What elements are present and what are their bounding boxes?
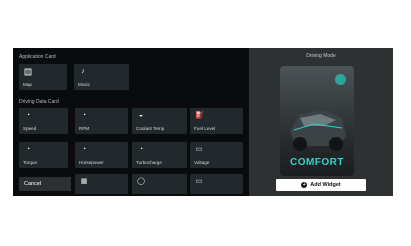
tile-label: Turbocharge <box>136 160 162 165</box>
music-icon: ♪ <box>81 68 85 75</box>
tile-label: Speed <box>23 126 37 131</box>
tile-turbocharge[interactable]: ◔ Turbocharge <box>132 142 187 168</box>
tile-row3-1[interactable]: ▦ <box>75 174 128 194</box>
tile-label: Coolant Temp <box>136 126 165 131</box>
plus-icon: + <box>301 181 308 188</box>
tile-label: Fuel Level <box>194 126 216 131</box>
tile-label: Torque <box>23 160 38 165</box>
tile-coolant-temp[interactable]: ◒ Coolant Temp <box>132 108 187 134</box>
tile-label: Music <box>78 82 90 87</box>
fuel-icon: ⛽ <box>195 112 204 119</box>
tile-torque[interactable]: ◔ Torque <box>19 142 68 168</box>
turbo-icon: ◔ <box>138 146 144 153</box>
coolant-icon: ◒ <box>138 112 144 119</box>
mode-name: COMFORT <box>289 157 345 168</box>
tile-horsepower[interactable]: ◔ Horsepower <box>75 142 128 168</box>
application-card-heading: Application Card <box>19 54 56 60</box>
voltage-icon: ▭ <box>195 146 203 153</box>
driving-data-card-heading: Driving Data Card <box>19 99 59 105</box>
widget-list: Application Card Map ♪ Music Driving Dat… <box>13 48 249 196</box>
widget-picker-panel: Application Card Map ♪ Music Driving Dat… <box>13 48 393 196</box>
tile-row3-2[interactable]: ◯ <box>132 174 187 194</box>
grid-icon: ▦ <box>80 178 88 185</box>
add-widget-label: Add Widget <box>310 182 341 188</box>
tile-label: Horsepower <box>79 160 104 165</box>
torque-icon: ◔ <box>25 146 31 153</box>
engine-icon: ▭ <box>195 178 203 185</box>
tile-music[interactable]: ♪ Music <box>74 64 129 90</box>
horsepower-icon: ◔ <box>81 146 87 153</box>
tile-label: RPM <box>79 126 90 131</box>
tile-voltage[interactable]: ▭ Voltage <box>190 142 243 168</box>
tile-fuel-level[interactable]: ⛽ Fuel Level <box>190 108 243 134</box>
add-widget-button[interactable]: + Add Widget <box>276 179 366 191</box>
tile-label: Voltage <box>194 160 210 165</box>
map-icon <box>24 68 32 76</box>
tile-label: Map <box>23 82 32 87</box>
preview-panel: Driving Mode COMFORT + Add Widget <box>249 48 393 196</box>
tile-rpm[interactable]: ◔ RPM <box>75 108 128 134</box>
tile-map[interactable]: Map <box>19 64 67 90</box>
cancel-button[interactable]: Cancel <box>19 177 71 191</box>
rpm-gauge-icon: ◔ <box>81 112 87 119</box>
tile-speed[interactable]: ◔ Speed <box>19 108 68 134</box>
gauge-icon: ◯ <box>137 178 145 185</box>
preview-title: Driving Mode <box>306 53 336 59</box>
speedometer-icon: ◔ <box>25 112 31 119</box>
tile-row3-3[interactable]: ▭ <box>190 174 243 194</box>
driving-mode-card[interactable]: COMFORT <box>280 66 354 176</box>
